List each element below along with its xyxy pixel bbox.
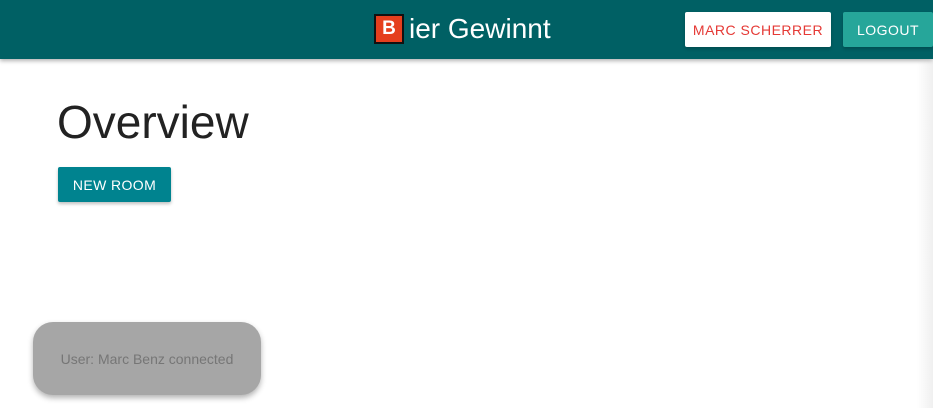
user-profile-button[interactable]: MARC SCHERRER (685, 12, 831, 47)
brand-title: ier Gewinnt (409, 13, 551, 44)
page: B ier Gewinnt MARC SCHERRER LOGOUT Overv… (0, 0, 933, 408)
toast-notification: User: Marc Benz connected (33, 322, 261, 395)
brand-logo-icon: B (374, 14, 404, 44)
brand[interactable]: B ier Gewinnt (374, 13, 551, 45)
scrollbar-edge (917, 59, 933, 408)
toast-message: User: Marc Benz connected (60, 350, 234, 367)
page-title: Overview (57, 96, 249, 148)
top-navbar: B ier Gewinnt MARC SCHERRER LOGOUT (0, 0, 933, 59)
new-room-button[interactable]: NEW ROOM (58, 167, 171, 202)
logout-button[interactable]: LOGOUT (843, 12, 933, 47)
